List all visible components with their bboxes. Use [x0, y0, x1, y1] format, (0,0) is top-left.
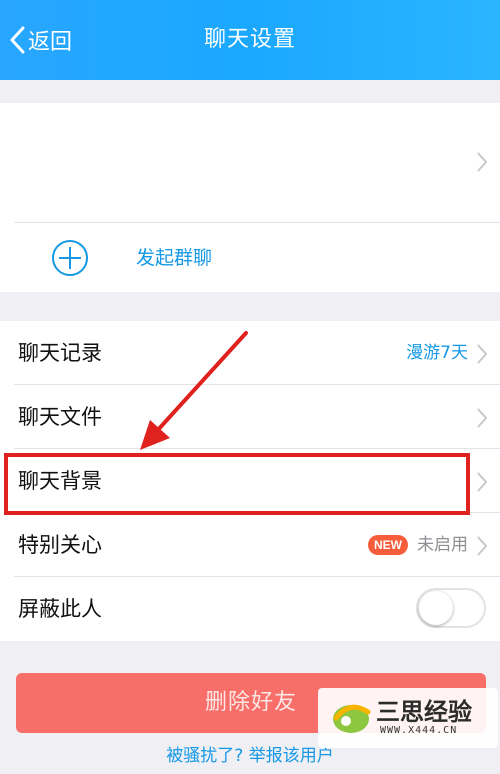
chat-background-row[interactable]: 聊天背景 — [0, 449, 500, 513]
start-group-chat-label[interactable]: 发起群聊 — [136, 238, 212, 278]
watermark-logo-icon — [333, 704, 371, 733]
chat-files-label: 聊天文件 — [18, 405, 102, 429]
page-title: 聊天设置 — [203, 27, 296, 52]
watermark-url: WWW.X444.CN — [380, 725, 458, 736]
friend-profile-row[interactable] — [0, 103, 500, 221]
chevron-right-icon — [477, 152, 488, 172]
special-care-value: 未启用 — [417, 535, 468, 555]
block-user-toggle[interactable] — [416, 588, 486, 628]
chat-background-label: 聊天背景 — [18, 469, 102, 493]
new-badge: NEW — [368, 535, 408, 555]
chevron-right-icon — [477, 536, 488, 556]
watermark-brand: 三思经验 — [376, 698, 472, 726]
chat-history-row[interactable]: 聊天记录 漫游7天 — [0, 321, 500, 385]
block-user-label: 屏蔽此人 — [18, 597, 102, 621]
chevron-right-icon — [477, 344, 488, 364]
chat-files-row[interactable]: 聊天文件 — [0, 385, 500, 449]
chat-history-label: 聊天记录 — [18, 341, 102, 365]
settings-list: 聊天记录 漫游7天 聊天文件 聊天背景 特别关心 NEW 未启用 屏蔽此人 — [0, 321, 500, 641]
special-care-label: 特别关心 — [18, 533, 102, 557]
toggle-knob — [419, 591, 453, 625]
chat-history-value: 漫游7天 — [406, 343, 468, 363]
chevron-right-icon — [477, 472, 488, 492]
chevron-right-icon — [477, 408, 488, 428]
plus-circle-icon[interactable] — [50, 238, 90, 278]
block-user-row: 屏蔽此人 — [0, 577, 500, 641]
nav-header: 返回 聊天设置 — [0, 0, 500, 80]
special-care-row[interactable]: 特别关心 NEW 未启用 — [0, 513, 500, 577]
watermark: 三思经验 WWW.X444.CN — [318, 688, 498, 748]
